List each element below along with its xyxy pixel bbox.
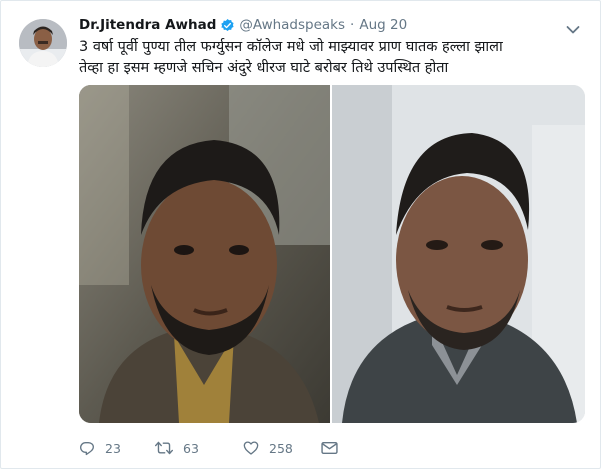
separator-dot: · xyxy=(350,17,355,33)
reply-button[interactable]: 23 xyxy=(79,440,131,456)
tweet-header: Dr.Jitendra Awhad @Awhadspeaks · Aug 20 xyxy=(79,15,407,35)
tweet-text: 3 वर्षा पूर्वी पुण्या तील फर्ग्युसन कॉले… xyxy=(79,39,503,76)
avatar[interactable] xyxy=(19,19,67,67)
user-handle[interactable]: @Awhadspeaks xyxy=(239,17,345,33)
photo-left[interactable] xyxy=(79,85,330,423)
media-grid xyxy=(79,85,585,423)
verified-badge-icon xyxy=(220,18,235,33)
reply-icon xyxy=(80,442,94,456)
like-button[interactable]: 258 xyxy=(243,440,311,456)
tweet-actions: 23 63 258 xyxy=(79,437,376,459)
chevron-down-icon[interactable] xyxy=(566,20,580,34)
retweet-count: 63 xyxy=(183,440,199,456)
display-name[interactable]: Dr.Jitendra Awhad xyxy=(79,17,216,33)
direct-message-button[interactable] xyxy=(321,441,348,455)
reply-count: 23 xyxy=(105,440,121,456)
heart-icon xyxy=(243,441,259,455)
like-count: 258 xyxy=(269,440,293,456)
photo-right[interactable] xyxy=(332,85,585,423)
direct-message-icon xyxy=(321,441,338,455)
timestamp[interactable]: Aug 20 xyxy=(359,17,407,33)
retweet-button[interactable]: 63 xyxy=(155,440,207,456)
retweet-icon xyxy=(155,441,173,455)
tweet-card[interactable]: Dr.Jitendra Awhad @Awhadspeaks · Aug 20 … xyxy=(0,0,601,469)
